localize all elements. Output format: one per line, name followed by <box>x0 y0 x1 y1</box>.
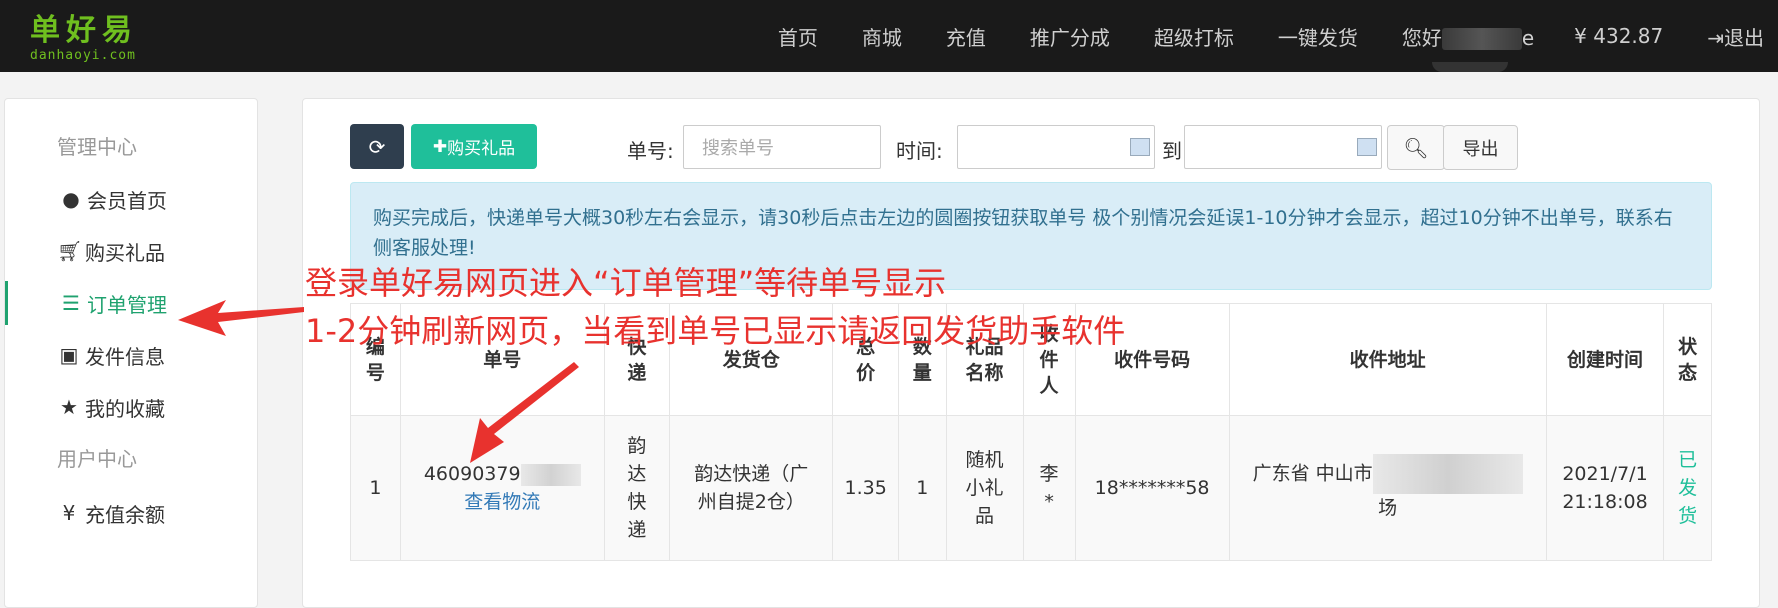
cell-recipient: 李* <box>1022 415 1076 561</box>
sidebar-item-favorites[interactable]: ★ 我的收藏 <box>5 385 259 429</box>
end-date-input[interactable] <box>1184 125 1382 169</box>
nav-recharge[interactable]: 充值 <box>946 22 986 51</box>
sidebar: 管理中心 ● 会员首页 🛒︎ 购买礼品 ☰ 订单管理 ▣ 发件信息 ★ 我的收藏 用户中心… <box>4 98 258 608</box>
sidebar-item-buy-gift[interactable]: 🛒︎ 购买礼品 <box>5 229 259 273</box>
sidebar-item-label: 会员首页 <box>87 188 167 213</box>
cell-created: 2021/7/1 21:18:08 <box>1545 415 1665 561</box>
status-badge: 已发货 <box>1678 449 1698 527</box>
order-panel: ⟳ ✚ 购买礼品 单号: 搜索单号 时间: 到 🔍︎ 导出 购买完成后，快递单号大… <box>302 98 1760 608</box>
cell-order-no: 46090379 查看物流 <box>399 415 605 561</box>
nav-home[interactable]: 首页 <box>778 22 818 51</box>
export-button[interactable]: 导出 <box>1443 125 1518 170</box>
cell-courier: 韵达快递 <box>603 415 671 561</box>
sidebar-group-management: 管理中心 <box>57 135 137 159</box>
cell-gift: 随机小礼品 <box>945 415 1024 561</box>
warehouse-text: 韵达快递（广州自提2仓） <box>694 463 809 513</box>
nav-menu: 首页 商城 充值 推广分成 超级打标 一键发货 您好 e ¥ 432.87 ⇥退出 <box>778 0 1778 72</box>
cell-total: 1.35 <box>832 415 899 561</box>
user-dropdown-tab <box>1432 62 1508 72</box>
logo[interactable]: 单好易 danhaoyi.com <box>30 13 138 64</box>
sidebar-item-label: 发件信息 <box>85 344 165 369</box>
calendar-icon[interactable] <box>1357 138 1377 156</box>
address-suffix: 场 <box>1378 497 1398 519</box>
order-no-search-input[interactable]: 搜索单号 <box>683 125 881 169</box>
col-header-created: 创建时间 <box>1545 303 1665 416</box>
nav-one-click-ship[interactable]: 一键发货 <box>1278 22 1358 51</box>
courier-text: 韵达快递 <box>627 435 647 541</box>
user-circle-icon: ● <box>62 187 80 211</box>
sidebar-item-recharge[interactable]: ¥ 充值余额 <box>5 491 259 535</box>
top-navbar: 单好易 danhaoyi.com 首页 商城 充值 推广分成 超级打标 一键发货… <box>0 0 1778 72</box>
nav-shop[interactable]: 商城 <box>862 22 902 51</box>
created-text: 2021/7/1 21:18:08 <box>1562 463 1648 513</box>
annotation-line-1: 登录单好易网页进入“订单管理”等待单号显示 <box>305 264 947 302</box>
logo-text: 单好易 <box>30 13 138 48</box>
id-card-icon: ▣ <box>59 343 79 367</box>
search-button[interactable]: 🔍︎ <box>1387 125 1445 170</box>
logout-icon: ⇥ <box>1707 25 1724 50</box>
sidebar-item-member-home[interactable]: ● 会员首页 <box>5 177 259 221</box>
redacted-username <box>1441 28 1522 50</box>
nav-referral[interactable]: 推广分成 <box>1030 22 1110 51</box>
annotation-line-2: 1-2分钟刷新网页，当看到单号已显示请返回发货助手软件 <box>305 312 1126 350</box>
sidebar-item-label: 我的收藏 <box>85 396 165 421</box>
nav-balance[interactable]: ¥ 432.87 <box>1574 24 1663 48</box>
sidebar-item-label: 充值余额 <box>85 502 165 527</box>
cell-qty: 1 <box>898 415 947 561</box>
col-header-address: 收件地址 <box>1228 303 1547 416</box>
star-icon: ★ <box>60 395 78 419</box>
to-label: 到 <box>1162 139 1182 163</box>
recipient-text: 李* <box>1039 463 1059 513</box>
calendar-icon[interactable] <box>1130 138 1150 156</box>
gift-text: 随机小礼品 <box>965 449 1004 527</box>
refresh-button[interactable]: ⟳ <box>350 124 404 169</box>
sidebar-item-sender-info[interactable]: ▣ 发件信息 <box>5 333 259 377</box>
order-no-label: 单号: <box>627 139 674 163</box>
sidebar-item-label: 购买礼品 <box>85 240 165 265</box>
logo-domain: danhaoyi.com <box>30 48 136 63</box>
track-shipment-link[interactable]: 查看物流 <box>464 491 540 513</box>
buy-gift-label: 购买礼品 <box>447 139 516 159</box>
nav-logout[interactable]: ⇥退出 <box>1707 22 1764 51</box>
refresh-icon: ⟳ <box>368 134 386 159</box>
logout-label: 退出 <box>1724 25 1764 50</box>
list-icon: ☰ <box>62 291 80 315</box>
address-text: 广东省 中山市 <box>1252 462 1373 485</box>
greeting-suffix: e <box>1521 25 1535 50</box>
table-row: 1 46090379 查看物流 韵达快递 韵达快递（广州自提2仓） 1.35 1… <box>350 415 1712 561</box>
header-text: 状态 <box>1678 335 1698 384</box>
plus-icon: ✚ <box>432 136 448 157</box>
start-date-input[interactable] <box>957 125 1155 169</box>
nav-super-tag[interactable]: 超级打标 <box>1154 22 1234 51</box>
cell-phone: 18*******58 <box>1074 415 1230 561</box>
sidebar-item-label: 订单管理 <box>87 292 167 317</box>
cell-id: 1 <box>350 415 401 561</box>
search-icon: 🔍︎ <box>1403 135 1429 160</box>
redacted-address <box>1372 454 1523 494</box>
time-label: 时间: <box>896 139 943 163</box>
yen-icon: ¥ <box>62 501 76 525</box>
cell-address: 广东省 中山市 场 <box>1228 415 1547 561</box>
redacted-order-no <box>520 463 581 486</box>
order-no-placeholder: 搜索单号 <box>702 138 774 159</box>
cell-warehouse: 韵达快递（广州自提2仓） <box>669 415 834 561</box>
sidebar-group-user: 用户中心 <box>57 447 137 471</box>
cart-icon: 🛒︎ <box>57 239 83 263</box>
nav-user-greeting[interactable]: 您好 e <box>1402 22 1534 51</box>
cell-status: 已发货 <box>1663 415 1712 561</box>
buy-gift-button[interactable]: ✚ 购买礼品 <box>411 124 537 169</box>
col-header-status: 状态 <box>1663 303 1712 416</box>
greeting-prefix: 您好 <box>1401 25 1442 50</box>
sidebar-item-order-management[interactable]: ☰ 订单管理 <box>5 281 259 325</box>
order-no-text: 46090379 <box>423 463 521 485</box>
